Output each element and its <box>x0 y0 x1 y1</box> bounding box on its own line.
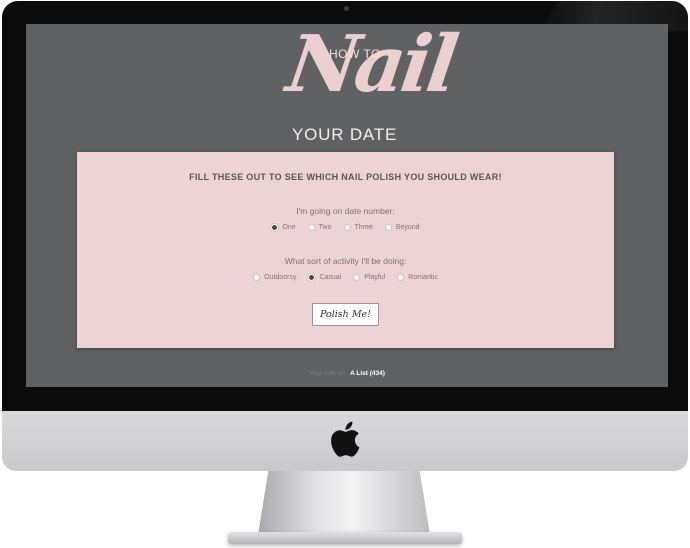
radio-label: Playful <box>364 274 386 281</box>
radio-option-playful[interactable]: Playful <box>353 274 385 281</box>
radio-option-outdoorsy[interactable]: Outdoorsy <box>253 274 296 281</box>
monitor-stand-neck <box>258 471 430 535</box>
logo-your-date-text: YOUR DATE <box>292 125 398 144</box>
radio-icon[interactable] <box>384 224 392 231</box>
radio-option-casual[interactable]: Casual <box>308 274 341 281</box>
radio-icon[interactable] <box>307 224 315 231</box>
radio-selected-icon[interactable] <box>271 224 279 231</box>
radio-label: Two <box>318 224 332 231</box>
radio-label: Beyond <box>395 224 420 231</box>
radio-label: One <box>282 224 296 231</box>
radio-label: Three <box>354 224 373 231</box>
footer-link[interactable]: A List (434) <box>350 370 385 377</box>
polish-me-button[interactable]: Polish Me! <box>312 303 379 326</box>
radio-option-one[interactable]: One <box>271 224 296 231</box>
quiz-card: FILL THESE OUT TO SEE WHICH NAIL POLISH … <box>77 152 614 348</box>
radio-label: Romantic <box>408 274 438 281</box>
date-number-options: One Two Three Beyond <box>77 224 614 231</box>
quiz-title: FILL THESE OUT TO SEE WHICH NAIL POLISH … <box>189 172 502 182</box>
camera-icon <box>344 6 349 11</box>
radio-label: Casual <box>319 274 342 281</box>
footer-prefix: Your vote on <box>309 370 346 377</box>
radio-selected-icon[interactable] <box>308 274 316 281</box>
radio-icon[interactable] <box>353 274 361 281</box>
site-logo: Nail HOW TO YOUR DATE <box>26 24 668 146</box>
monitor-bezel: Nail HOW TO YOUR DATE FILL THESE OUT TO … <box>2 1 688 411</box>
radio-icon[interactable] <box>343 224 351 231</box>
footer-credit: Your vote on A List (434) <box>26 370 668 377</box>
radio-option-three[interactable]: Three <box>343 224 373 231</box>
monitor-stand-foot <box>228 532 462 544</box>
apple-icon <box>331 421 360 457</box>
logo-nail-text: Nail <box>281 24 460 110</box>
radio-label: Outdoorsy <box>264 274 297 281</box>
screen: Nail HOW TO YOUR DATE FILL THESE OUT TO … <box>26 24 668 387</box>
radio-icon[interactable] <box>253 274 261 281</box>
activity-options: Outdoorsy Casual Playful Romantic <box>77 274 614 281</box>
logo-how-to-text: HOW TO <box>329 47 381 61</box>
radio-option-romantic[interactable]: Romantic <box>397 274 438 281</box>
question-activity-label: What sort of activity I'll be doing: <box>284 256 407 266</box>
radio-icon[interactable] <box>397 274 405 281</box>
radio-option-beyond[interactable]: Beyond <box>384 224 420 231</box>
radio-option-two[interactable]: Two <box>307 224 332 231</box>
question-date-number-label: I'm going on date number: <box>296 206 395 216</box>
